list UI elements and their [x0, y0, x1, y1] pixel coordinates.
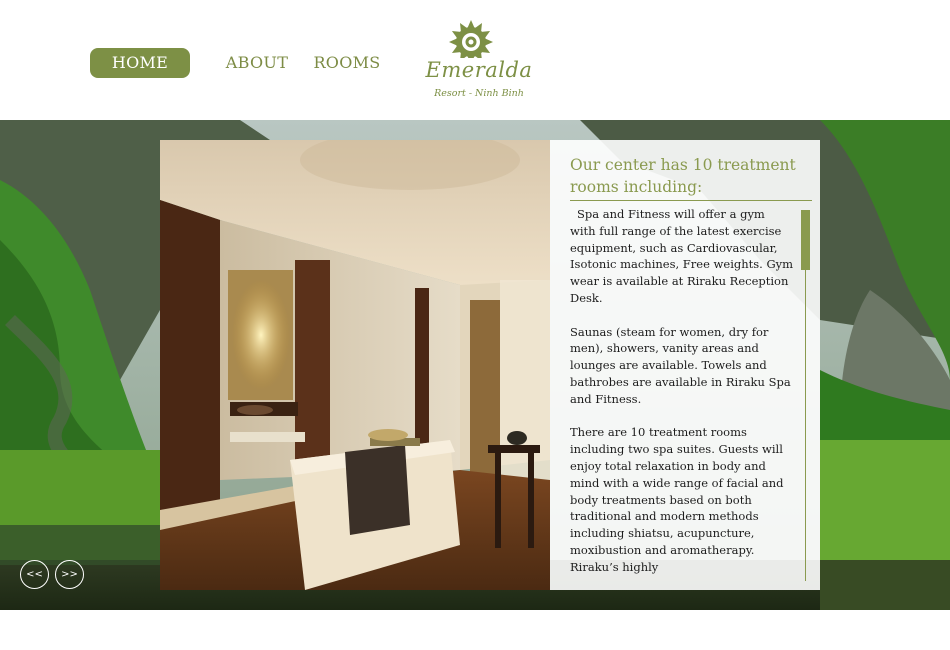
previous-slide-button[interactable]: <<: [20, 560, 49, 589]
hero-slider: Our center has 10 treatment rooms includ…: [0, 120, 950, 610]
panel-title: Our center has 10 treatment rooms includ…: [570, 156, 796, 196]
header: HOME ABOUT ROOMS Emeralda Resort - Ninh …: [0, 0, 950, 120]
spa-room-photo: [160, 140, 550, 590]
panel-divider: [570, 200, 812, 201]
lotus-emblem-icon: [449, 20, 493, 58]
treatment-info-panel: Our center has 10 treatment rooms includ…: [550, 140, 820, 590]
nav-home-button[interactable]: HOME: [90, 48, 190, 78]
logo-name: Emeralda: [425, 58, 533, 82]
panel-scroll-content[interactable]: Spa and Fitness will offer a gym with fu…: [570, 206, 794, 577]
logo-tagline: Resort - Ninh Binh: [434, 88, 524, 99]
paragraph-treatment-rooms: There are 10 treatment rooms including t…: [570, 425, 784, 574]
nav-about-link[interactable]: ABOUT: [222, 48, 292, 78]
paragraph-saunas: Saunas (steam for women, dry for men), s…: [570, 324, 791, 406]
emeralda-logo[interactable]: Emeralda Resort - Ninh Binh: [420, 14, 538, 106]
scrollbar-thumb[interactable]: [801, 210, 810, 270]
next-slide-button[interactable]: >>: [55, 560, 84, 589]
paragraph-spa-fitness: Spa and Fitness will offer a gym with fu…: [570, 207, 794, 305]
nav-rooms-link[interactable]: ROOMS: [310, 48, 384, 78]
